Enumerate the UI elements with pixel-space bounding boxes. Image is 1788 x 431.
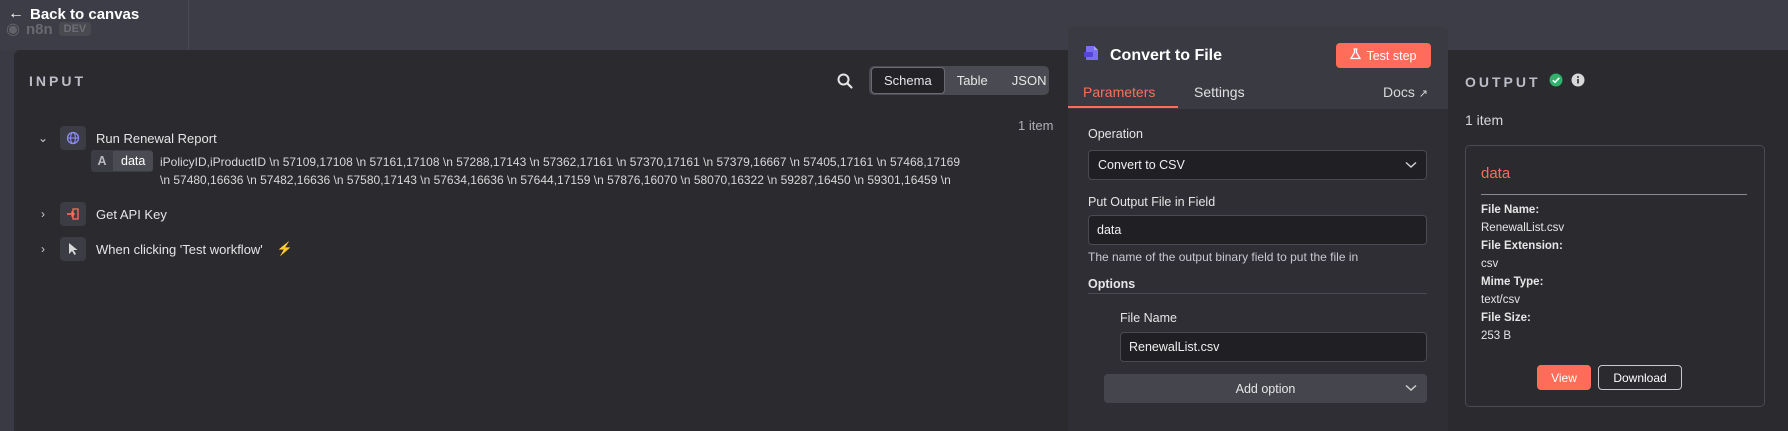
output-title: OUTPUT: [1465, 73, 1585, 90]
file-size-key: File Size:: [1481, 312, 1531, 324]
file-extension-value: csv: [1481, 258, 1499, 270]
schema-field-data: A data: [91, 150, 154, 172]
view-mode-schema[interactable]: Schema: [871, 67, 945, 94]
node-title-label: Convert to File: [1110, 46, 1223, 64]
tab-settings[interactable]: Settings: [1194, 84, 1245, 100]
active-tab-indicator: [1068, 106, 1178, 108]
add-option-dropdown[interactable]: Add option: [1104, 374, 1427, 403]
node-label: Get API Key: [96, 206, 167, 222]
options-title: Options: [1088, 277, 1136, 291]
flask-icon: [1350, 48, 1362, 63]
brand-name: n8n: [25, 20, 53, 38]
test-step-button[interactable]: Test step: [1336, 43, 1431, 68]
search-icon[interactable]: [836, 72, 854, 90]
field-key[interactable]: data: [113, 151, 154, 171]
node-label: Run Renewal Report: [96, 130, 217, 146]
field-value: iPolicyID,iProductID \n 57109,17108 \n 5…: [160, 153, 1000, 189]
node-label: When clicking 'Test workflow': [96, 241, 263, 257]
input-node-get-api-key[interactable]: › Get API Key: [36, 202, 167, 226]
field-value-line: iPolicyID,iProductID \n 57109,17108 \n 5…: [160, 155, 961, 169]
arrow-left-icon: ←: [8, 5, 24, 22]
view-button[interactable]: View: [1537, 365, 1591, 390]
file-name-label: File Name: [1120, 311, 1177, 325]
chevron-right-icon[interactable]: ›: [36, 207, 50, 221]
top-bar-divider: [188, 0, 189, 50]
env-badge: DEV: [58, 22, 92, 36]
mime-type-key: Mime Type:: [1481, 276, 1544, 288]
docs-link[interactable]: Docs ↗: [1383, 84, 1428, 100]
view-mode-json[interactable]: JSON: [1000, 68, 1059, 93]
field-value-line: \n 57480,16636 \n 57482,16636 \n 57580,1…: [160, 173, 951, 187]
operation-select[interactable]: Convert to CSV: [1088, 150, 1427, 180]
tab-parameters[interactable]: Parameters: [1083, 84, 1155, 100]
back-to-canvas-label: Back to canvas: [30, 5, 140, 23]
success-check-icon: [1549, 73, 1563, 90]
lightning-bolt-icon: ⚡: [276, 241, 293, 256]
docs-label: Docs: [1383, 84, 1415, 100]
output-title-label: OUTPUT: [1465, 73, 1541, 90]
output-item-count: 1 item: [1465, 112, 1504, 128]
external-link-icon: ↗: [1418, 88, 1429, 100]
test-step-label: Test step: [1366, 48, 1417, 63]
convert-file-icon: [1083, 44, 1101, 67]
chevron-down-icon[interactable]: ⌄: [36, 131, 50, 145]
binary-name: data: [1481, 165, 1511, 182]
info-icon[interactable]: [1571, 73, 1585, 90]
input-node-manual-trigger[interactable]: › When clicking 'Test workflow' ⚡: [36, 237, 293, 261]
file-name-key: File Name:: [1481, 204, 1540, 216]
output-field-input[interactable]: data: [1088, 215, 1427, 245]
back-to-canvas-button[interactable]: ← Back to canvas: [8, 5, 139, 23]
output-field-hint: The name of the output binary field to p…: [1088, 250, 1359, 264]
download-button[interactable]: Download: [1598, 365, 1682, 390]
top-bar: [0, 0, 1788, 50]
input-item-count: 1 item: [1018, 118, 1054, 133]
view-mode-toggle: Schema Table JSON: [869, 66, 1049, 95]
view-mode-table[interactable]: Table: [945, 68, 1000, 93]
mime-type-value: text/csv: [1481, 294, 1520, 306]
input-title: INPUT: [29, 73, 86, 89]
file-extension-key: File Extension:: [1481, 240, 1563, 252]
add-option-label: Add option: [1235, 381, 1296, 396]
globe-icon: [60, 126, 86, 150]
node-title: Convert to File: [1083, 44, 1222, 67]
operation-label: Operation: [1088, 127, 1143, 141]
file-name-value: RenewalList.csv: [1481, 222, 1565, 234]
pointer-icon: [60, 237, 86, 261]
sign-in-icon: [60, 202, 86, 226]
output-field-label: Put Output File in Field: [1088, 195, 1216, 209]
chevron-right-icon[interactable]: ›: [36, 242, 50, 256]
file-name-input[interactable]: RenewalList.csv: [1120, 332, 1427, 362]
input-node-run-renewal-report[interactable]: ⌄ Run Renewal Report: [36, 126, 217, 150]
operation-value: Convert to CSV: [1098, 158, 1185, 172]
string-type-icon: A: [97, 154, 107, 168]
chevron-down-icon: [1405, 158, 1417, 172]
file-size-value: 253 B: [1481, 330, 1512, 342]
options-divider: [1088, 293, 1427, 294]
binary-card-divider: [1481, 194, 1747, 195]
chevron-down-icon: [1405, 381, 1417, 395]
